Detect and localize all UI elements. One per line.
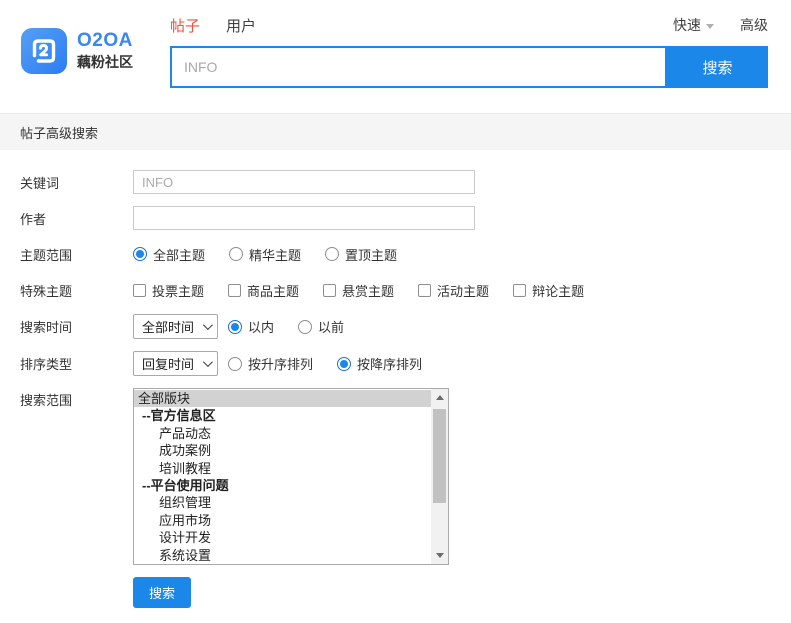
radio-icon: [229, 247, 244, 261]
list-item-design-dev[interactable]: 设计开发: [134, 529, 431, 546]
advanced-search-form: 关键词 作者 主题范围 全部主题 精华主题 置顶主题 特殊主题: [0, 150, 791, 608]
caret-down-icon: [706, 23, 714, 29]
radio-time-within[interactable]: 以内: [228, 317, 274, 336]
checkbox-icon: [323, 283, 337, 297]
radio-digest-topics[interactable]: 精华主题: [229, 245, 301, 264]
keyword-label: 关键词: [20, 175, 60, 191]
checkbox-activity-topic[interactable]: 活动主题: [418, 281, 489, 300]
scrollbar-thumb[interactable]: [433, 409, 446, 503]
main-search-button[interactable]: 搜索: [667, 46, 768, 88]
special-topics-options: 投票主题 商品主题 悬赏主题 活动主题 辩论主题: [133, 281, 608, 300]
submit-search-button[interactable]: 搜索: [133, 577, 192, 608]
list-item-success-cases[interactable]: 成功案例: [134, 442, 431, 459]
logo-brand: O2OA: [77, 29, 133, 51]
section-title-bar: 帖子高级搜索: [0, 113, 791, 150]
special-topics-label: 特殊主题: [20, 283, 73, 299]
checkbox-goods-topic[interactable]: 商品主题: [228, 281, 299, 300]
checkbox-debate-topic[interactable]: 辩论主题: [513, 281, 584, 300]
main-search-input[interactable]: [170, 46, 667, 88]
board-list: 全部版块 --官方信息区 产品动态 成功案例 培训教程 --平台使用问题 组织管…: [134, 390, 431, 564]
special-topics-row: 特殊主题 投票主题 商品主题 悬赏主题 活动主题 辩论主题: [0, 278, 791, 302]
sort-field-select[interactable]: 回复时间: [133, 351, 219, 376]
topic-scope-row: 主题范围 全部主题 精华主题 置顶主题: [0, 242, 791, 266]
radio-icon: [325, 247, 340, 261]
logo-text: O2OA 藕粉社区: [77, 30, 133, 73]
section-title: 帖子高级搜索: [20, 125, 99, 141]
sort-type-row: 排序类型 回复时间 按升序排列 按降序排列: [0, 351, 791, 376]
list-group-official-info[interactable]: --官方信息区: [134, 407, 431, 424]
scroll-up-icon[interactable]: [431, 389, 448, 406]
sort-type-label: 排序类型: [20, 357, 73, 372]
list-group-platform-usage[interactable]: --平台使用问题: [134, 477, 431, 494]
list-item-app-market[interactable]: 应用市场: [134, 512, 431, 529]
logo[interactable]: O2OA 藕粉社区: [21, 28, 133, 74]
chevron-down-icon: [202, 320, 213, 331]
o2oa-logo-icon: [21, 28, 67, 74]
list-item-org-management[interactable]: 组织管理: [134, 494, 431, 511]
checkbox-icon: [133, 283, 146, 297]
radio-icon: [228, 319, 243, 334]
radio-sort-ascending[interactable]: 按升序排列: [228, 354, 313, 373]
submit-row: 搜索: [0, 577, 791, 608]
time-range-select[interactable]: 全部时间: [133, 314, 219, 339]
search-scope-label: 搜索范围: [20, 393, 73, 408]
header-links: 快速 高级: [673, 15, 768, 35]
scroll-down-icon[interactable]: [431, 547, 448, 564]
advanced-search-link[interactable]: 高级: [740, 15, 768, 35]
author-input[interactable]: [133, 206, 475, 230]
header: O2OA 藕粉社区 帖子 用户 快速 高级 搜索: [0, 0, 791, 113]
radio-icon: [133, 247, 147, 261]
list-item-product-news[interactable]: 产品动态: [134, 425, 431, 442]
logo-community: 藕粉社区: [77, 54, 133, 71]
checkbox-icon: [513, 283, 527, 297]
sort-direction-options: 按升序排列 按降序排列: [228, 354, 446, 373]
radio-sort-descending[interactable]: 按降序排列: [337, 354, 422, 373]
time-direction-options: 以内 以前: [228, 317, 368, 336]
topic-scope-options: 全部主题 精华主题 置顶主题: [133, 245, 421, 264]
keyword-row: 关键词: [0, 170, 791, 194]
list-item-training-tutorials[interactable]: 培训教程: [134, 460, 431, 477]
chevron-down-icon: [202, 357, 213, 368]
checkbox-icon: [228, 283, 242, 297]
listbox-scrollbar[interactable]: [431, 389, 448, 564]
tab-posts[interactable]: 帖子: [170, 15, 200, 36]
author-label: 作者: [20, 211, 47, 227]
tab-users[interactable]: 用户: [226, 15, 256, 36]
author-row: 作者: [0, 206, 791, 230]
checkbox-reward-topic[interactable]: 悬赏主题: [323, 281, 394, 300]
board-listbox[interactable]: 全部版块 --官方信息区 产品动态 成功案例 培训教程 --平台使用问题 组织管…: [133, 388, 449, 565]
list-item-all-boards[interactable]: 全部版块: [134, 390, 431, 408]
search-scope-row: 搜索范围 全部版块 --官方信息区 产品动态 成功案例 培训教程 --平台使用问…: [0, 388, 791, 565]
keyword-input[interactable]: [133, 170, 475, 194]
checkbox-poll-topic[interactable]: 投票主题: [133, 281, 204, 300]
topic-scope-label: 主题范围: [20, 247, 73, 263]
search-type-tabs: 帖子 用户: [170, 15, 256, 36]
radio-all-topics[interactable]: 全部主题: [133, 245, 205, 264]
radio-icon: [228, 356, 243, 371]
list-item-system-settings[interactable]: 系统设置: [134, 547, 431, 564]
search-time-row: 搜索时间 全部时间 以内 以前: [0, 314, 791, 339]
radio-icon: [298, 319, 313, 334]
radio-pinned-topics[interactable]: 置顶主题: [325, 245, 397, 264]
checkbox-icon: [418, 283, 432, 297]
quick-search-link[interactable]: 快速: [673, 15, 714, 35]
radio-icon: [337, 356, 352, 371]
radio-time-before[interactable]: 以前: [298, 317, 344, 336]
main-search-bar: 搜索: [170, 46, 768, 88]
search-time-label: 搜索时间: [20, 320, 73, 335]
